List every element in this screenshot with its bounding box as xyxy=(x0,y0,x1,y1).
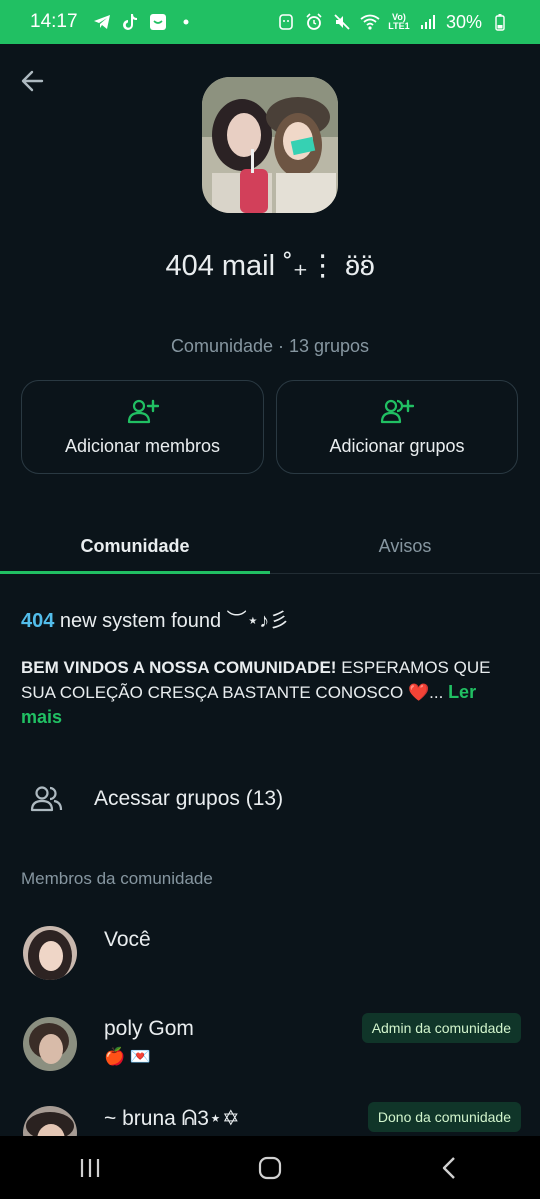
community-photo xyxy=(202,77,338,213)
signal-icon xyxy=(418,12,438,32)
dot-icon xyxy=(176,12,196,32)
description-bold: Bem vindos a nossa comunidade! xyxy=(21,658,337,677)
description-number[interactable]: 404 xyxy=(21,610,54,632)
tab-bar: Comunidade Avisos xyxy=(0,520,540,574)
tab-announcements[interactable]: Avisos xyxy=(270,520,540,573)
lte-icon: Vo) LTE1 xyxy=(388,12,410,31)
add-members-label: Adicionar membros xyxy=(64,435,221,456)
battery-icon xyxy=(490,12,510,32)
community-name: 404 mail ˚₊⋮ ʚ̈ʚ̈ xyxy=(165,250,375,282)
chevron-left-icon xyxy=(442,1156,455,1179)
member-name: poly Gom xyxy=(104,1017,194,1040)
recents-icon xyxy=(80,1158,100,1177)
status-bar: 14:17 Vo) LTE1 30% xyxy=(0,0,540,44)
access-groups-row[interactable]: Acessar grupos (13) xyxy=(0,770,540,828)
tab-announcements-label: Avisos xyxy=(378,536,432,556)
tiktok-icon xyxy=(120,12,140,32)
avatar xyxy=(23,1017,77,1071)
telegram-icon xyxy=(92,12,112,32)
tab-community-label: Comunidade xyxy=(80,536,190,556)
battery-text: 30% xyxy=(445,11,482,32)
description-headline: 404 new system found ︶⋆♪彡 xyxy=(21,604,289,633)
mute-icon xyxy=(332,12,352,32)
add-person-icon xyxy=(127,399,159,423)
community-avatar[interactable] xyxy=(202,77,338,213)
system-nav-bar xyxy=(0,1136,540,1199)
tab-active-indicator xyxy=(0,571,270,574)
member-row[interactable]: poly Gom 🍎 💌 Admin da comunidade xyxy=(0,1003,540,1083)
recent-apps-button[interactable] xyxy=(60,1148,120,1188)
android-icon xyxy=(276,12,296,32)
add-groups-button[interactable]: Adicionar grupos xyxy=(276,380,518,474)
back-nav-button[interactable] xyxy=(420,1148,480,1188)
community-subtitle: Comunidade · 13 grupos xyxy=(170,336,370,356)
message-icon xyxy=(148,12,168,32)
member-name: ~ bruna ᕱ3⋆✡ xyxy=(104,1107,240,1130)
add-groups-label: Adicionar grupos xyxy=(329,435,465,456)
home-button[interactable] xyxy=(240,1148,300,1188)
add-members-button[interactable]: Adicionar membros xyxy=(21,380,264,474)
arrow-left-icon xyxy=(21,70,44,92)
member-row[interactable]: Você xyxy=(0,912,540,992)
tab-community[interactable]: Comunidade xyxy=(0,520,270,574)
owner-badge: Dono da comunidade xyxy=(367,1102,521,1132)
members-section-label: Membros da comunidade xyxy=(21,869,213,888)
avatar xyxy=(23,926,77,980)
description-body: Bem vindos a nossa comunidade! esperamos… xyxy=(21,655,511,730)
back-button[interactable] xyxy=(18,66,48,96)
description-headline-text: new system found ︶⋆♪彡 xyxy=(54,610,290,632)
admin-badge: Admin da comunidade xyxy=(361,1013,521,1043)
alarm-icon xyxy=(304,12,324,32)
status-time: 14:17 xyxy=(30,11,78,32)
wifi-icon xyxy=(360,12,380,32)
groups-icon xyxy=(30,786,63,812)
add-group-icon xyxy=(380,399,414,423)
home-icon xyxy=(258,1156,282,1179)
access-groups-label: Acessar grupos (13) xyxy=(94,787,284,810)
member-name: Você xyxy=(104,928,151,951)
member-status: 🍎 💌 xyxy=(104,1047,152,1066)
